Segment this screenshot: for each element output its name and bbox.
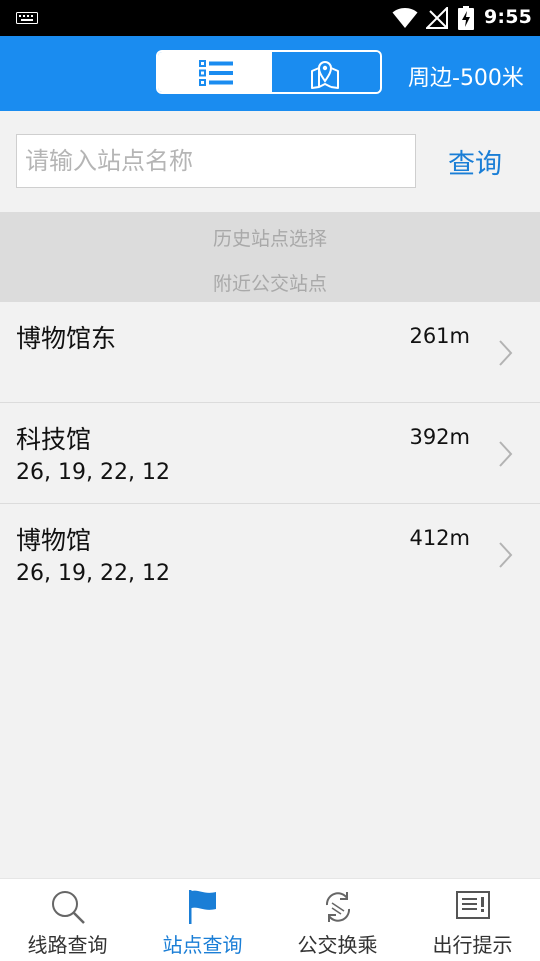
list-view-button[interactable] — [158, 52, 272, 92]
flag-icon — [188, 890, 216, 924]
wifi-icon — [392, 8, 418, 28]
map-view-button[interactable] — [272, 52, 380, 92]
nav-route-query[interactable]: 线路查询 — [0, 879, 135, 961]
station-name: 博物馆东 — [16, 324, 117, 353]
top-header: 周边-500米 — [0, 36, 540, 111]
nav-label: 站点查询 — [162, 933, 243, 957]
nav-travel-tips[interactable]: 出行提示 — [405, 879, 540, 961]
station-row[interactable]: 博物馆 26, 19, 22, 12 412m — [0, 504, 540, 604]
station-distance: 261m — [409, 324, 470, 348]
chevron-right-icon — [499, 340, 513, 366]
keyboard-icon — [16, 12, 38, 24]
station-row[interactable]: 科技馆 26, 19, 22, 12 392m — [0, 403, 540, 504]
chevron-right-icon — [499, 542, 513, 568]
station-search-input[interactable] — [16, 134, 416, 188]
search-icon — [51, 891, 85, 924]
station-name: 科技馆 — [16, 425, 92, 454]
battery-charging-icon — [458, 6, 474, 30]
nearby-stations-label: 附近公交站点 — [212, 273, 327, 295]
nav-label: 出行提示 — [432, 933, 513, 957]
station-section-header: 历史站点选择 附近公交站点 — [0, 212, 540, 302]
station-row[interactable]: 博物馆东 261m — [0, 302, 540, 403]
station-lines: 26, 19, 22, 12 — [16, 460, 170, 485]
view-toggle — [156, 50, 382, 94]
station-name: 博物馆 — [16, 526, 92, 555]
status-bar: 9:55 — [0, 0, 540, 36]
nav-transfer[interactable]: 公交换乘 — [270, 879, 405, 961]
nav-label: 公交换乘 — [297, 933, 378, 957]
map-pin-icon — [311, 61, 339, 89]
station-distance: 412m — [409, 526, 470, 550]
station-distance: 392m — [409, 425, 470, 449]
list-icon — [199, 60, 233, 86]
radius-selector[interactable]: 周边-500米 — [408, 60, 524, 92]
search-button[interactable]: 查询 — [430, 134, 520, 188]
history-stations-label[interactable]: 历史站点选择 — [0, 224, 540, 251]
station-list: 博物馆东 261m 科技馆 26, 19, 22, 12 392m 博物馆 26… — [0, 302, 540, 604]
no-signal-icon — [426, 7, 448, 29]
station-lines: 26, 19, 22, 12 — [16, 561, 170, 586]
nav-station-query[interactable]: 站点查询 — [135, 879, 270, 961]
bottom-nav: 线路查询 站点查询 公交换乘 出行提示 — [0, 878, 540, 961]
transfer-icon — [325, 892, 350, 922]
nav-label: 线路查询 — [27, 933, 108, 957]
status-time: 9:55 — [484, 6, 533, 28]
chevron-right-icon — [499, 441, 513, 467]
notice-icon — [455, 891, 490, 919]
